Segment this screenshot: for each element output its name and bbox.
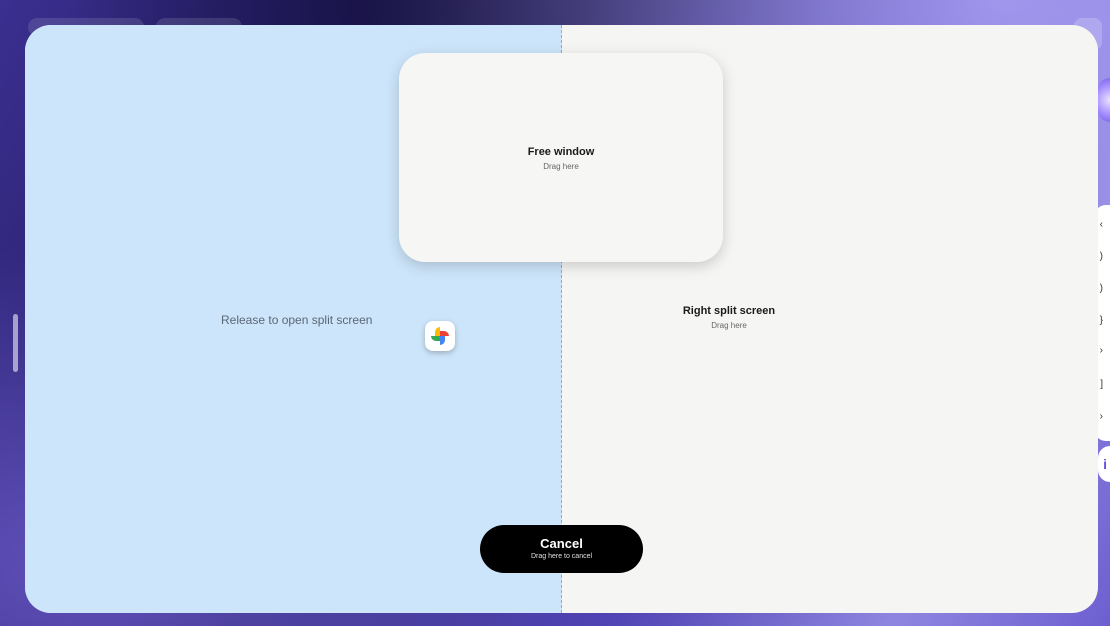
edge-panel-glyph: › — [1099, 345, 1103, 356]
edge-panel-glyph: ) — [1099, 251, 1103, 262]
google-photos-pinwheel-icon — [431, 327, 449, 345]
left-edge-handle[interactable] — [13, 314, 18, 372]
info-icon: i — [1103, 456, 1107, 472]
right-split-drop-zone[interactable]: Right split screen Drag here — [629, 305, 829, 330]
edge-panel-glyph: › — [1099, 411, 1103, 422]
cancel-title: Cancel — [540, 536, 583, 551]
free-window-subtitle: Drag here — [543, 162, 579, 171]
edge-panel-glyph: } — [1099, 315, 1103, 326]
edge-panel-glyph: ‹ — [1099, 219, 1103, 230]
edge-panel-glyph: ) — [1099, 283, 1103, 294]
right-split-title: Right split screen — [682, 305, 776, 317]
cancel-subtitle: Drag here to cancel — [530, 553, 593, 560]
assistant-orb-icon[interactable] — [1098, 78, 1110, 122]
right-split-subtitle: Drag here — [711, 321, 747, 330]
edge-info-bubble[interactable]: i — [1098, 446, 1110, 482]
free-window-drop-zone[interactable]: Free window Drag here — [399, 53, 723, 262]
edge-panel-glyph: ] — [1100, 379, 1103, 390]
cancel-drop-zone[interactable]: Cancel Drag here to cancel — [480, 525, 643, 573]
dragged-app-icon[interactable] — [425, 321, 455, 351]
free-window-title: Free window — [527, 146, 595, 158]
split-screen-drop-overlay: Release to open split screen Right split… — [25, 25, 1098, 613]
release-hint: Release to open split screen — [221, 313, 373, 327]
